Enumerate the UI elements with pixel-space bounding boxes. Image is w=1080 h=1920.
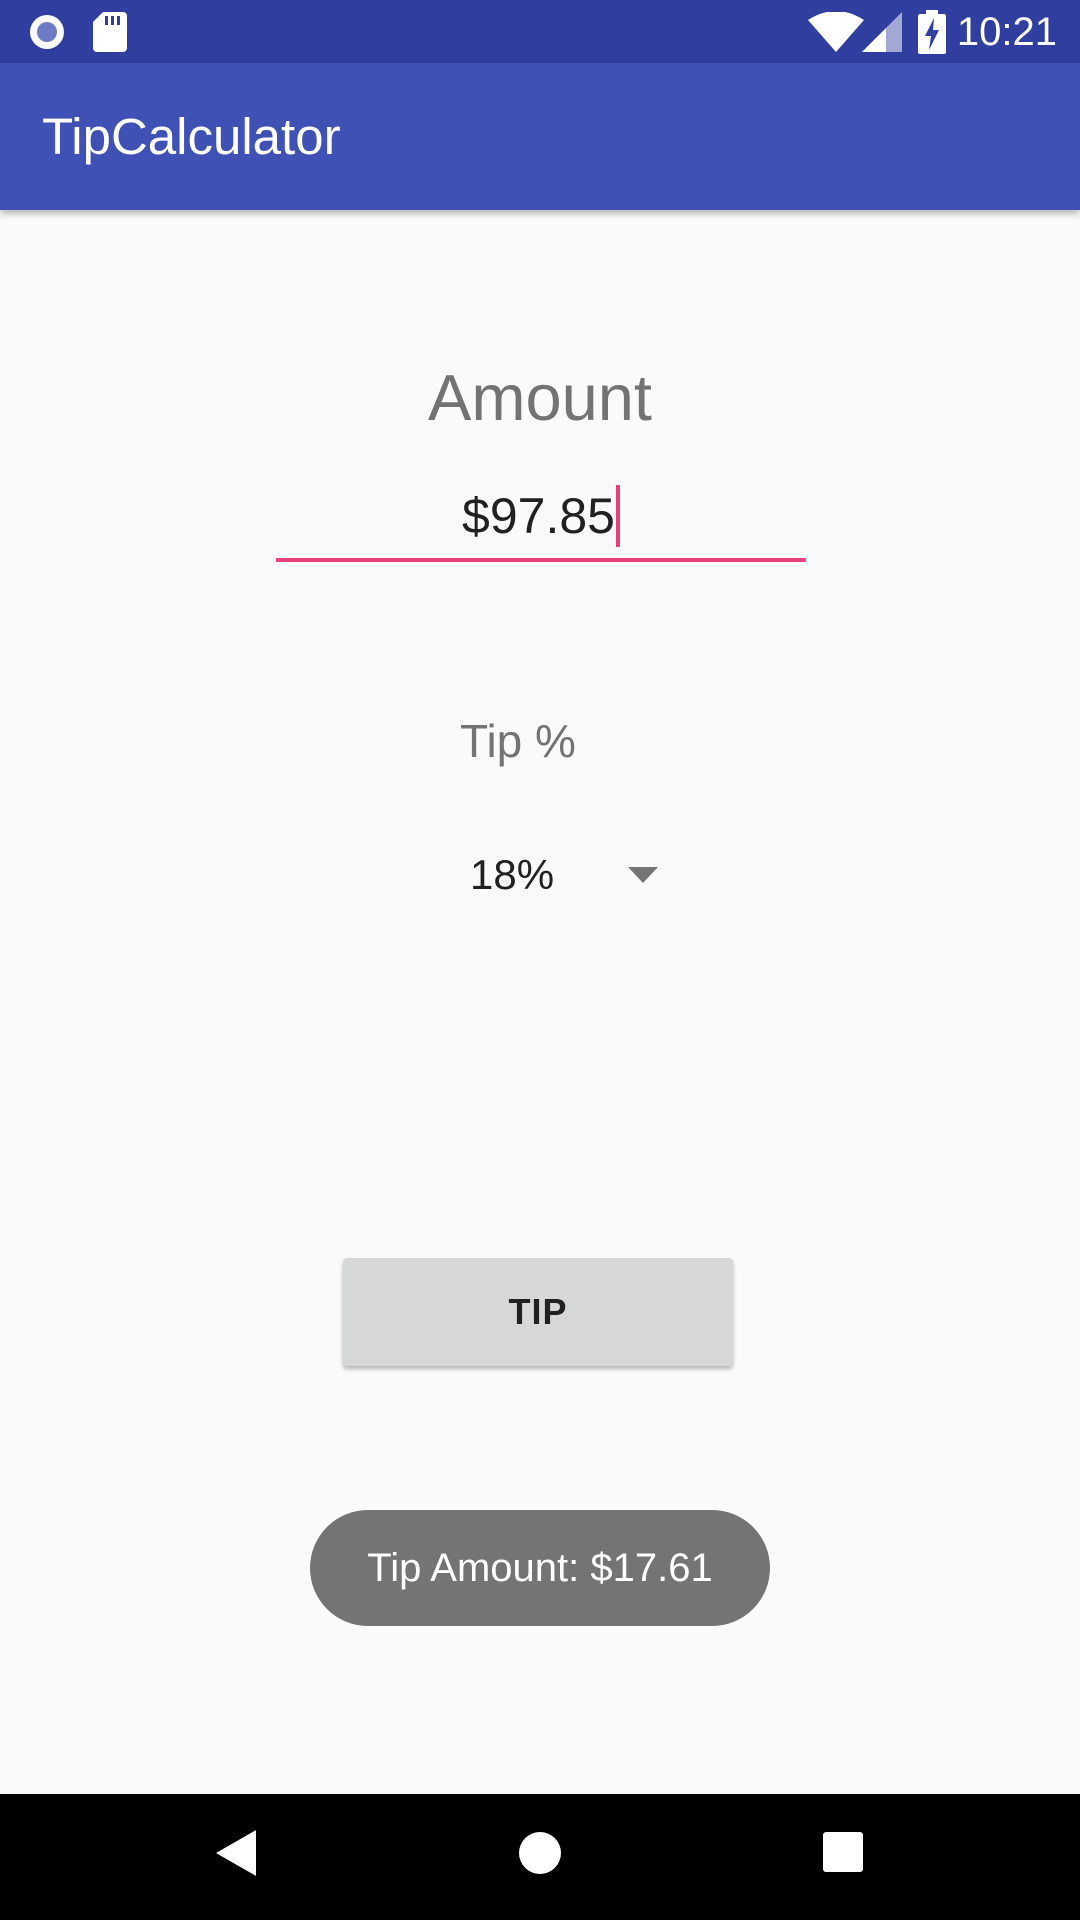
recents-icon[interactable] (823, 1832, 863, 1877)
tip-amount-toast: Tip Amount: $17.61 (310, 1510, 770, 1626)
tip-percent-spinner[interactable]: 18% (440, 840, 680, 910)
tip-percent-label: Tip % (460, 715, 576, 767)
home-icon[interactable] (518, 1831, 562, 1880)
status-time: 10:21 (956, 10, 1057, 54)
record-icon (27, 12, 67, 57)
navigation-bar (0, 1794, 1080, 1920)
battery-charging-icon (918, 10, 946, 59)
app-bar: TipCalculator (0, 63, 1080, 210)
amount-text: $97.85 (462, 488, 615, 544)
signal-icon (862, 12, 902, 57)
status-bar: 10:21 (0, 0, 1080, 63)
tip-button[interactable]: TIP (343, 1258, 733, 1366)
app-title: TipCalculator (42, 108, 341, 165)
amount-input[interactable]: $97.85 (276, 478, 806, 562)
wifi-icon (808, 11, 864, 57)
dropdown-arrow-icon (628, 867, 658, 888)
sd-card-icon (93, 12, 127, 57)
tip-percent-selected: 18% (470, 851, 555, 898)
text-cursor (615, 484, 620, 547)
screen: 10:21 TipCalculator Amount $97.85 Tip % … (0, 0, 1080, 1920)
amount-label: Amount (427, 361, 652, 434)
amount-input-value[interactable]: $97.85 (276, 484, 806, 551)
back-icon[interactable] (216, 1830, 256, 1881)
